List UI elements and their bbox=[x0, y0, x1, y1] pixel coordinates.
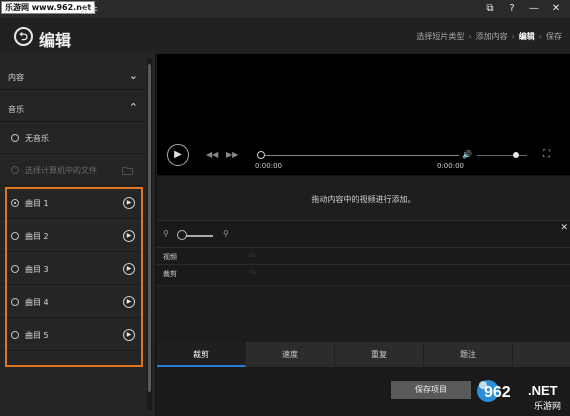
time-current: 0:00:00 bbox=[255, 162, 282, 170]
zoom-in-icon[interactable]: ⚲ bbox=[223, 229, 229, 238]
logo-number: 962 bbox=[484, 384, 511, 401]
scrollbar-thumb[interactable] bbox=[148, 64, 151, 392]
page-title: 编辑 bbox=[39, 31, 72, 50]
track-tick: 0s bbox=[249, 252, 256, 259]
seek-bar[interactable] bbox=[259, 155, 459, 156]
chevron-right-icon: › bbox=[538, 32, 542, 41]
breadcrumb-step-save[interactable]: 保存 bbox=[546, 31, 562, 42]
tool-tabs: 裁剪 速度 重复 题注 bbox=[157, 342, 570, 367]
window-controls: ⧉ ? — ✕ bbox=[480, 2, 566, 16]
section-label: 音乐 bbox=[8, 105, 24, 114]
zoom-control: ⚲ ⚲ bbox=[157, 229, 570, 243]
title-bar: 乐游网 www.962.net 软件 ⧉ ? — ✕ bbox=[0, 0, 570, 18]
seek-handle[interactable] bbox=[257, 151, 265, 159]
logo-subtitle: 乐游网 bbox=[534, 400, 561, 412]
tab-speed[interactable]: 速度 bbox=[246, 342, 335, 367]
section-content-header[interactable]: 内容 ⌄ bbox=[0, 64, 146, 90]
volume-handle[interactable] bbox=[513, 152, 519, 158]
zoom-out-icon[interactable]: ⚲ bbox=[163, 229, 169, 238]
drop-hint-area: 拖动内容中的视频进行添加。 bbox=[157, 175, 570, 220]
window-title: 软件 bbox=[80, 6, 99, 16]
track-label: 视频 bbox=[163, 253, 177, 261]
radio-button[interactable] bbox=[11, 134, 19, 142]
track-canvas[interactable] bbox=[157, 285, 570, 343]
track-tick: 0s bbox=[249, 269, 256, 276]
left-panel: 内容 ⌄ 音乐 ⌃ 无音乐 选择计算机中的文件 🗀 曲目 1 ▶ 曲目 2 ▶ … bbox=[0, 54, 156, 416]
breadcrumb-step-add[interactable]: 添加内容 bbox=[476, 31, 508, 42]
music-option-file: 选择计算机中的文件 🗀 bbox=[0, 154, 146, 186]
highlight-box bbox=[5, 187, 143, 367]
minimize-icon[interactable]: — bbox=[524, 2, 544, 16]
track-video[interactable]: 视频 0s bbox=[157, 247, 570, 263]
toolbox-icon[interactable]: ⧉ bbox=[480, 2, 500, 16]
option-label: 选择计算机中的文件 bbox=[25, 166, 97, 175]
section-music-header[interactable]: 音乐 ⌃ bbox=[0, 96, 146, 122]
previous-icon[interactable]: ◀◀ bbox=[206, 150, 218, 159]
chevron-right-icon: › bbox=[468, 32, 472, 41]
tab-trim[interactable]: 裁剪 bbox=[157, 342, 246, 367]
timeline-panel: ✕ ⚲ ⚲ 视频 0s 裁剪 0s bbox=[157, 220, 570, 343]
volume-icon[interactable]: 🔊 bbox=[462, 150, 472, 159]
breadcrumb-step-edit[interactable]: 编辑 bbox=[519, 31, 535, 42]
chevron-down-icon: ⌄ bbox=[128, 69, 138, 82]
track-trim[interactable]: 裁剪 0s bbox=[157, 264, 570, 280]
back-arrow-icon[interactable]: ⮌ bbox=[14, 27, 33, 46]
drop-hint-text: 拖动内容中的视频进行添加。 bbox=[311, 195, 416, 204]
help-icon[interactable]: ? bbox=[502, 2, 522, 16]
page-header: ⮌ 编辑 选择短片类型 › 添加内容 › 编辑 › 保存 bbox=[0, 18, 570, 54]
tab-repeat[interactable]: 重复 bbox=[335, 342, 424, 367]
section-label: 内容 bbox=[8, 73, 24, 82]
play-icon[interactable]: ▶ bbox=[167, 144, 189, 166]
fullscreen-icon[interactable]: ⛶ bbox=[543, 149, 550, 160]
logo-net: .NET bbox=[528, 383, 558, 398]
chevron-up-icon: ⌃ bbox=[128, 101, 138, 114]
breadcrumb: 选择短片类型 › 添加内容 › 编辑 › 保存 bbox=[416, 31, 562, 42]
save-project-button[interactable]: 保存项目 bbox=[391, 381, 471, 399]
radio-button bbox=[11, 166, 19, 174]
track-label: 裁剪 bbox=[163, 270, 177, 278]
close-icon[interactable]: ✕ bbox=[546, 2, 566, 16]
time-total: 0:00:00 bbox=[437, 162, 464, 170]
folder-icon[interactable]: 🗀 bbox=[122, 163, 136, 178]
site-logo: 962 .NET 乐游网 bbox=[477, 380, 561, 412]
player-controls: ▶ ◀◀ ▶▶ 0:00:00 0:00:00 🔊 ⛶ bbox=[157, 140, 570, 175]
option-label: 无音乐 bbox=[25, 134, 49, 143]
tab-caption[interactable]: 题注 bbox=[424, 342, 513, 367]
zoom-handle[interactable] bbox=[177, 230, 187, 240]
breadcrumb-step-type[interactable]: 选择短片类型 bbox=[416, 31, 464, 42]
chevron-right-icon: › bbox=[511, 32, 515, 41]
music-option-none[interactable]: 无音乐 bbox=[0, 122, 146, 154]
volume-slider[interactable] bbox=[477, 155, 527, 156]
next-icon[interactable]: ▶▶ bbox=[226, 150, 238, 159]
footer-bar: 保存项目 962 .NET 乐游网 bbox=[157, 367, 570, 416]
